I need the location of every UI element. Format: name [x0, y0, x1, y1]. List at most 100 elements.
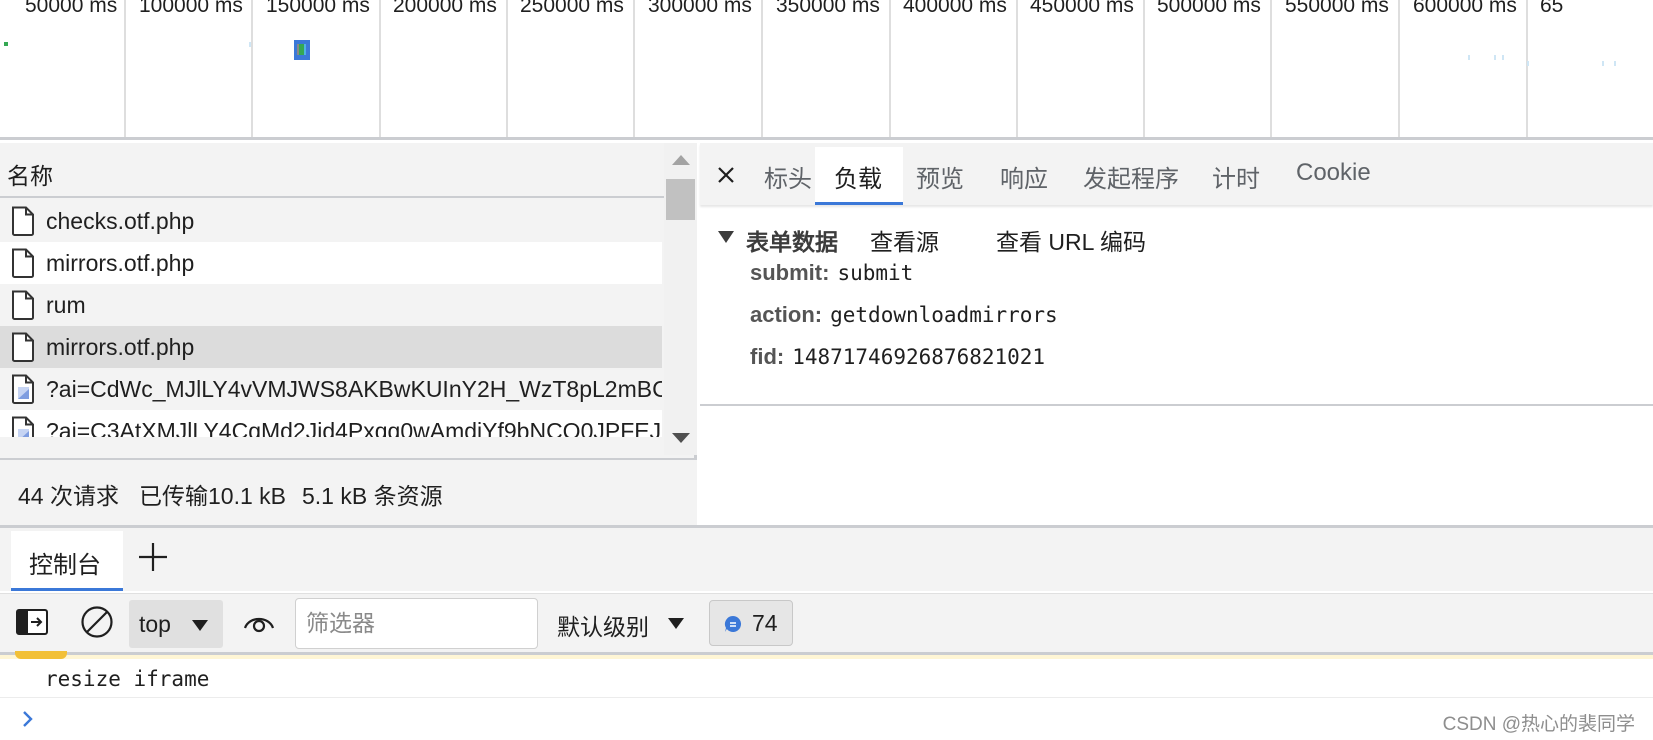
timeline-tick-label: 600000 ms — [1413, 0, 1517, 17]
form-field-value: 14871746926876821021 — [792, 345, 1046, 369]
clear-console-icon[interactable] — [80, 605, 114, 639]
timeline-tick-label: 50000 ms — [25, 0, 118, 17]
timeline-tick-label: 250000 ms — [520, 0, 624, 17]
timeline-gridline — [124, 0, 126, 137]
console-log-line[interactable]: resize iframe — [45, 667, 209, 691]
timeline-request-mark — [4, 42, 8, 46]
tab-initiator[interactable]: 发起程序 — [1083, 159, 1179, 194]
request-name: rum — [46, 291, 86, 318]
timeline-request-mark — [1494, 55, 1496, 60]
timeline-gridline — [1526, 0, 1528, 137]
image-document-icon — [12, 374, 34, 404]
request-list-pane: 名称 checks.otf.php mirrors.otf.php rum mi… — [0, 143, 697, 525]
request-count: 44 次请求 — [18, 483, 119, 509]
tab-preview[interactable]: 预览 — [916, 159, 964, 194]
timeline-gridline — [251, 0, 253, 137]
filter-input[interactable] — [295, 598, 538, 649]
document-icon — [12, 290, 34, 320]
scroll-down-arrow-icon[interactable] — [672, 433, 690, 443]
request-detail-pane: 标头 负载 预览 响应 发起程序 计时 Cookie 表单数据 查看源 查看 U… — [700, 143, 1653, 525]
form-field-row: action: getdownloadmirrors — [750, 302, 1058, 328]
request-row[interactable]: rum — [0, 284, 662, 326]
message-count: 74 — [752, 610, 778, 636]
section-divider — [700, 404, 1653, 406]
timeline-tick-label: 350000 ms — [776, 0, 880, 17]
request-row[interactable]: ?ai=CdWc_MJlLY4vVMJWS8AKBwKUInY2H_WzT8pL… — [0, 368, 662, 410]
form-field-row: fid: 14871746926876821021 — [750, 344, 1045, 370]
document-icon — [12, 248, 34, 278]
console-prompt-chevron-icon[interactable] — [18, 707, 36, 731]
warning-message-strip — [0, 655, 1653, 659]
live-expression-eye-icon[interactable] — [243, 610, 275, 634]
tab-headers[interactable]: 标头 — [764, 159, 812, 194]
close-icon[interactable] — [716, 165, 736, 185]
tab-cookie[interactable]: Cookie — [1296, 159, 1371, 187]
context-selector[interactable]: top — [129, 600, 223, 648]
add-tab-plus-icon[interactable] — [138, 542, 168, 572]
view-url-encoded-link[interactable]: 查看 URL 编码 — [996, 223, 1146, 257]
resources-size: 5.1 kB 条资源 — [302, 483, 443, 509]
request-name: mirrors.otf.php — [46, 333, 195, 360]
form-field-value: submit — [837, 261, 914, 285]
tab-console[interactable]: 控制台 — [11, 531, 123, 591]
chevron-down-icon — [192, 620, 208, 631]
detail-tab-bar: 标头 负载 预览 响应 发起程序 计时 Cookie — [700, 143, 1653, 205]
timeline-tick-label: 200000 ms — [393, 0, 497, 17]
request-list-scrollbar[interactable] — [664, 143, 697, 455]
form-field-key: fid: — [750, 344, 785, 369]
chevron-down-icon — [668, 618, 684, 629]
network-summary-bar: 44 次请求 已传输10.1 kB 5.1 kB 条资源 — [0, 458, 697, 525]
request-name: ?ai=C3AtXMJlLY4CqMd2Jid4Pxqq0wAmdjYf9bNC… — [46, 417, 662, 438]
form-field-row: submit: submit — [750, 260, 913, 286]
tab-payload[interactable]: 负载 — [834, 159, 882, 194]
timeline-gridline — [1398, 0, 1400, 137]
request-name: checks.otf.php — [46, 207, 195, 234]
transferred-size: 已传输10.1 kB — [139, 483, 286, 509]
log-level-selector[interactable]: 默认级别 — [557, 608, 649, 642]
tab-timing[interactable]: 计时 — [1212, 159, 1260, 194]
timeline-tick-label: 500000 ms — [1157, 0, 1261, 17]
image-document-icon — [12, 416, 34, 437]
timeline-tick-label: 450000 ms — [1030, 0, 1134, 17]
timeline-request-mark — [249, 42, 251, 47]
scroll-thumb[interactable] — [666, 179, 695, 220]
document-icon — [12, 332, 34, 362]
console-tab-label: 控制台 — [29, 552, 101, 579]
collapse-triangle-icon[interactable] — [718, 231, 734, 243]
timeline-tick-label: 300000 ms — [648, 0, 752, 17]
request-row[interactable]: ?ai=C3AtXMJlLY4CqMd2Jid4Pxqq0wAmdjYf9bNC… — [0, 410, 662, 437]
drawer-tab-bar: 控制台 — [0, 528, 1653, 591]
form-field-key: action: — [750, 302, 823, 327]
view-source-link[interactable]: 查看源 — [870, 223, 939, 257]
timeline-gridline — [761, 0, 763, 137]
message-count-button[interactable]: 74 — [709, 600, 793, 646]
timeline-tick-label: 150000 ms — [266, 0, 370, 17]
console-toolbar: top 默认级别 74 — [0, 593, 1653, 655]
timeline-tick-label: 100000 ms — [139, 0, 243, 17]
timeline-request-mark — [1602, 61, 1604, 66]
context-value: top — [139, 611, 171, 637]
request-name: ?ai=CdWc_MJlLY4vVMJWS8AKBwKUInY2H_WzT8pL… — [46, 375, 662, 402]
name-column-header[interactable]: 名称 — [0, 143, 664, 198]
timeline-selection-mark — [294, 40, 310, 60]
timeline-gridline — [506, 0, 508, 137]
name-column-label: 名称 — [7, 163, 53, 189]
tab-response[interactable]: 响应 — [1000, 159, 1048, 194]
form-field-value: getdownloadmirrors — [830, 303, 1058, 327]
request-row[interactable]: mirrors.otf.php — [0, 242, 662, 284]
scroll-up-arrow-icon[interactable] — [672, 155, 690, 165]
request-row-selected[interactable]: mirrors.otf.php — [0, 326, 662, 368]
show-sidebar-icon[interactable] — [16, 609, 48, 635]
request-row[interactable]: checks.otf.php — [0, 200, 662, 242]
message-bubble-icon — [724, 615, 742, 632]
timeline-gridline — [889, 0, 891, 137]
timeline-gridline — [1143, 0, 1145, 137]
form-field-key: submit: — [750, 260, 830, 285]
timeline-request-mark — [1614, 61, 1616, 66]
document-icon — [12, 206, 34, 236]
form-data-section-title[interactable]: 表单数据 — [746, 223, 838, 257]
timeline-request-mark — [1527, 61, 1529, 66]
network-overview-timeline[interactable]: 50000 ms 100000 ms 150000 ms 200000 ms 2… — [0, 0, 1653, 140]
watermark: CSDN @热心的裴同学 — [1442, 714, 1635, 735]
request-name: mirrors.otf.php — [46, 249, 195, 276]
